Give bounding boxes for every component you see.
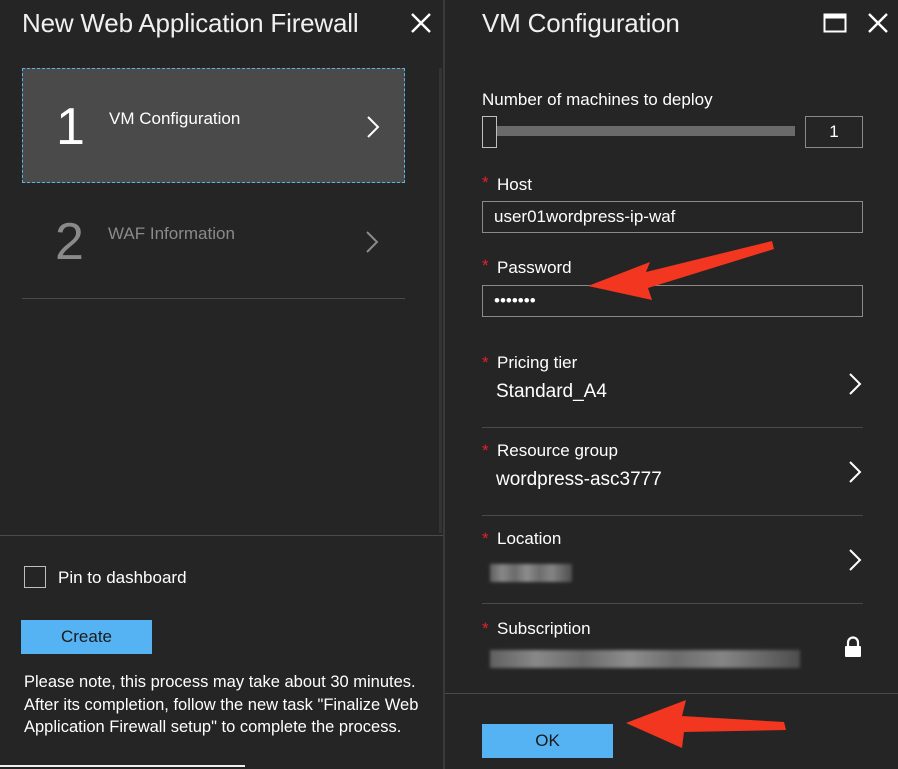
close-icon[interactable] <box>867 12 889 34</box>
machines-count-input[interactable]: 1 <box>805 116 863 148</box>
required-marker: * <box>482 619 489 638</box>
lock-icon <box>844 636 862 663</box>
pin-to-dashboard-checkbox[interactable] <box>24 566 46 588</box>
machines-label: Number of machines to deploy <box>482 90 713 109</box>
blade-title: VM Configuration <box>482 8 680 38</box>
blade-title: New Web Application Firewall <box>22 8 359 38</box>
subscription-value-redacted <box>490 650 800 668</box>
host-input[interactable] <box>482 201 863 233</box>
close-icon[interactable] <box>410 12 432 34</box>
new-waf-blade: New Web Application Firewall 1 VM Config… <box>0 0 443 769</box>
chevron-right-icon <box>848 460 862 489</box>
machines-slider-handle[interactable] <box>482 116 497 148</box>
step-label: WAF Information <box>108 224 235 243</box>
chevron-right-icon <box>848 372 862 401</box>
pricing-tier-label: Pricing tier <box>497 353 578 372</box>
resource-group-picker[interactable]: * Resource group wordpress-asc3777 <box>482 428 863 516</box>
machines-slider-track[interactable] <box>495 126 795 136</box>
chevron-right-icon <box>366 115 380 144</box>
process-note: Please note, this process may take about… <box>24 673 419 736</box>
scrollbar-horizontal <box>0 765 245 767</box>
location-value-redacted <box>490 564 572 582</box>
host-label: Host <box>497 175 532 194</box>
step-vm-configuration[interactable]: 1 VM Configuration <box>22 68 405 183</box>
scrollbar[interactable] <box>439 68 442 533</box>
required-marker: * <box>482 441 489 460</box>
step-label: VM Configuration <box>109 109 241 128</box>
location-label: Location <box>497 529 562 548</box>
chevron-right-icon <box>848 548 862 577</box>
password-label: Password <box>497 258 572 277</box>
maximize-icon[interactable] <box>823 13 847 33</box>
vm-configuration-blade: VM Configuration Number of machines to d… <box>445 0 898 769</box>
required-marker: * <box>482 353 489 372</box>
required-marker: * <box>482 529 489 548</box>
resource-group-label: Resource group <box>497 441 618 460</box>
step-number: 1 <box>56 98 85 156</box>
required-marker: * <box>482 173 489 192</box>
annotation-arrow-icon <box>626 700 786 748</box>
pricing-tier-value: Standard_A4 <box>496 381 607 402</box>
annotation-arrow-icon <box>588 241 774 300</box>
resource-group-value: wordpress-asc3777 <box>496 469 662 490</box>
step-waf-information[interactable]: 2 WAF Information <box>22 184 405 299</box>
footer-divider <box>0 535 443 536</box>
subscription-field: * Subscription <box>482 606 863 694</box>
footer-divider <box>445 693 898 694</box>
pricing-tier-picker[interactable]: * Pricing tier Standard_A4 <box>482 340 863 428</box>
create-button[interactable]: Create <box>21 620 152 654</box>
ok-button[interactable]: OK <box>482 724 613 758</box>
required-marker: * <box>482 256 489 275</box>
chevron-right-icon <box>365 230 379 259</box>
subscription-label: Subscription <box>497 619 591 638</box>
step-number: 2 <box>55 213 84 271</box>
location-picker[interactable]: * Location <box>482 516 863 604</box>
pin-to-dashboard-label[interactable]: Pin to dashboard <box>58 568 187 588</box>
